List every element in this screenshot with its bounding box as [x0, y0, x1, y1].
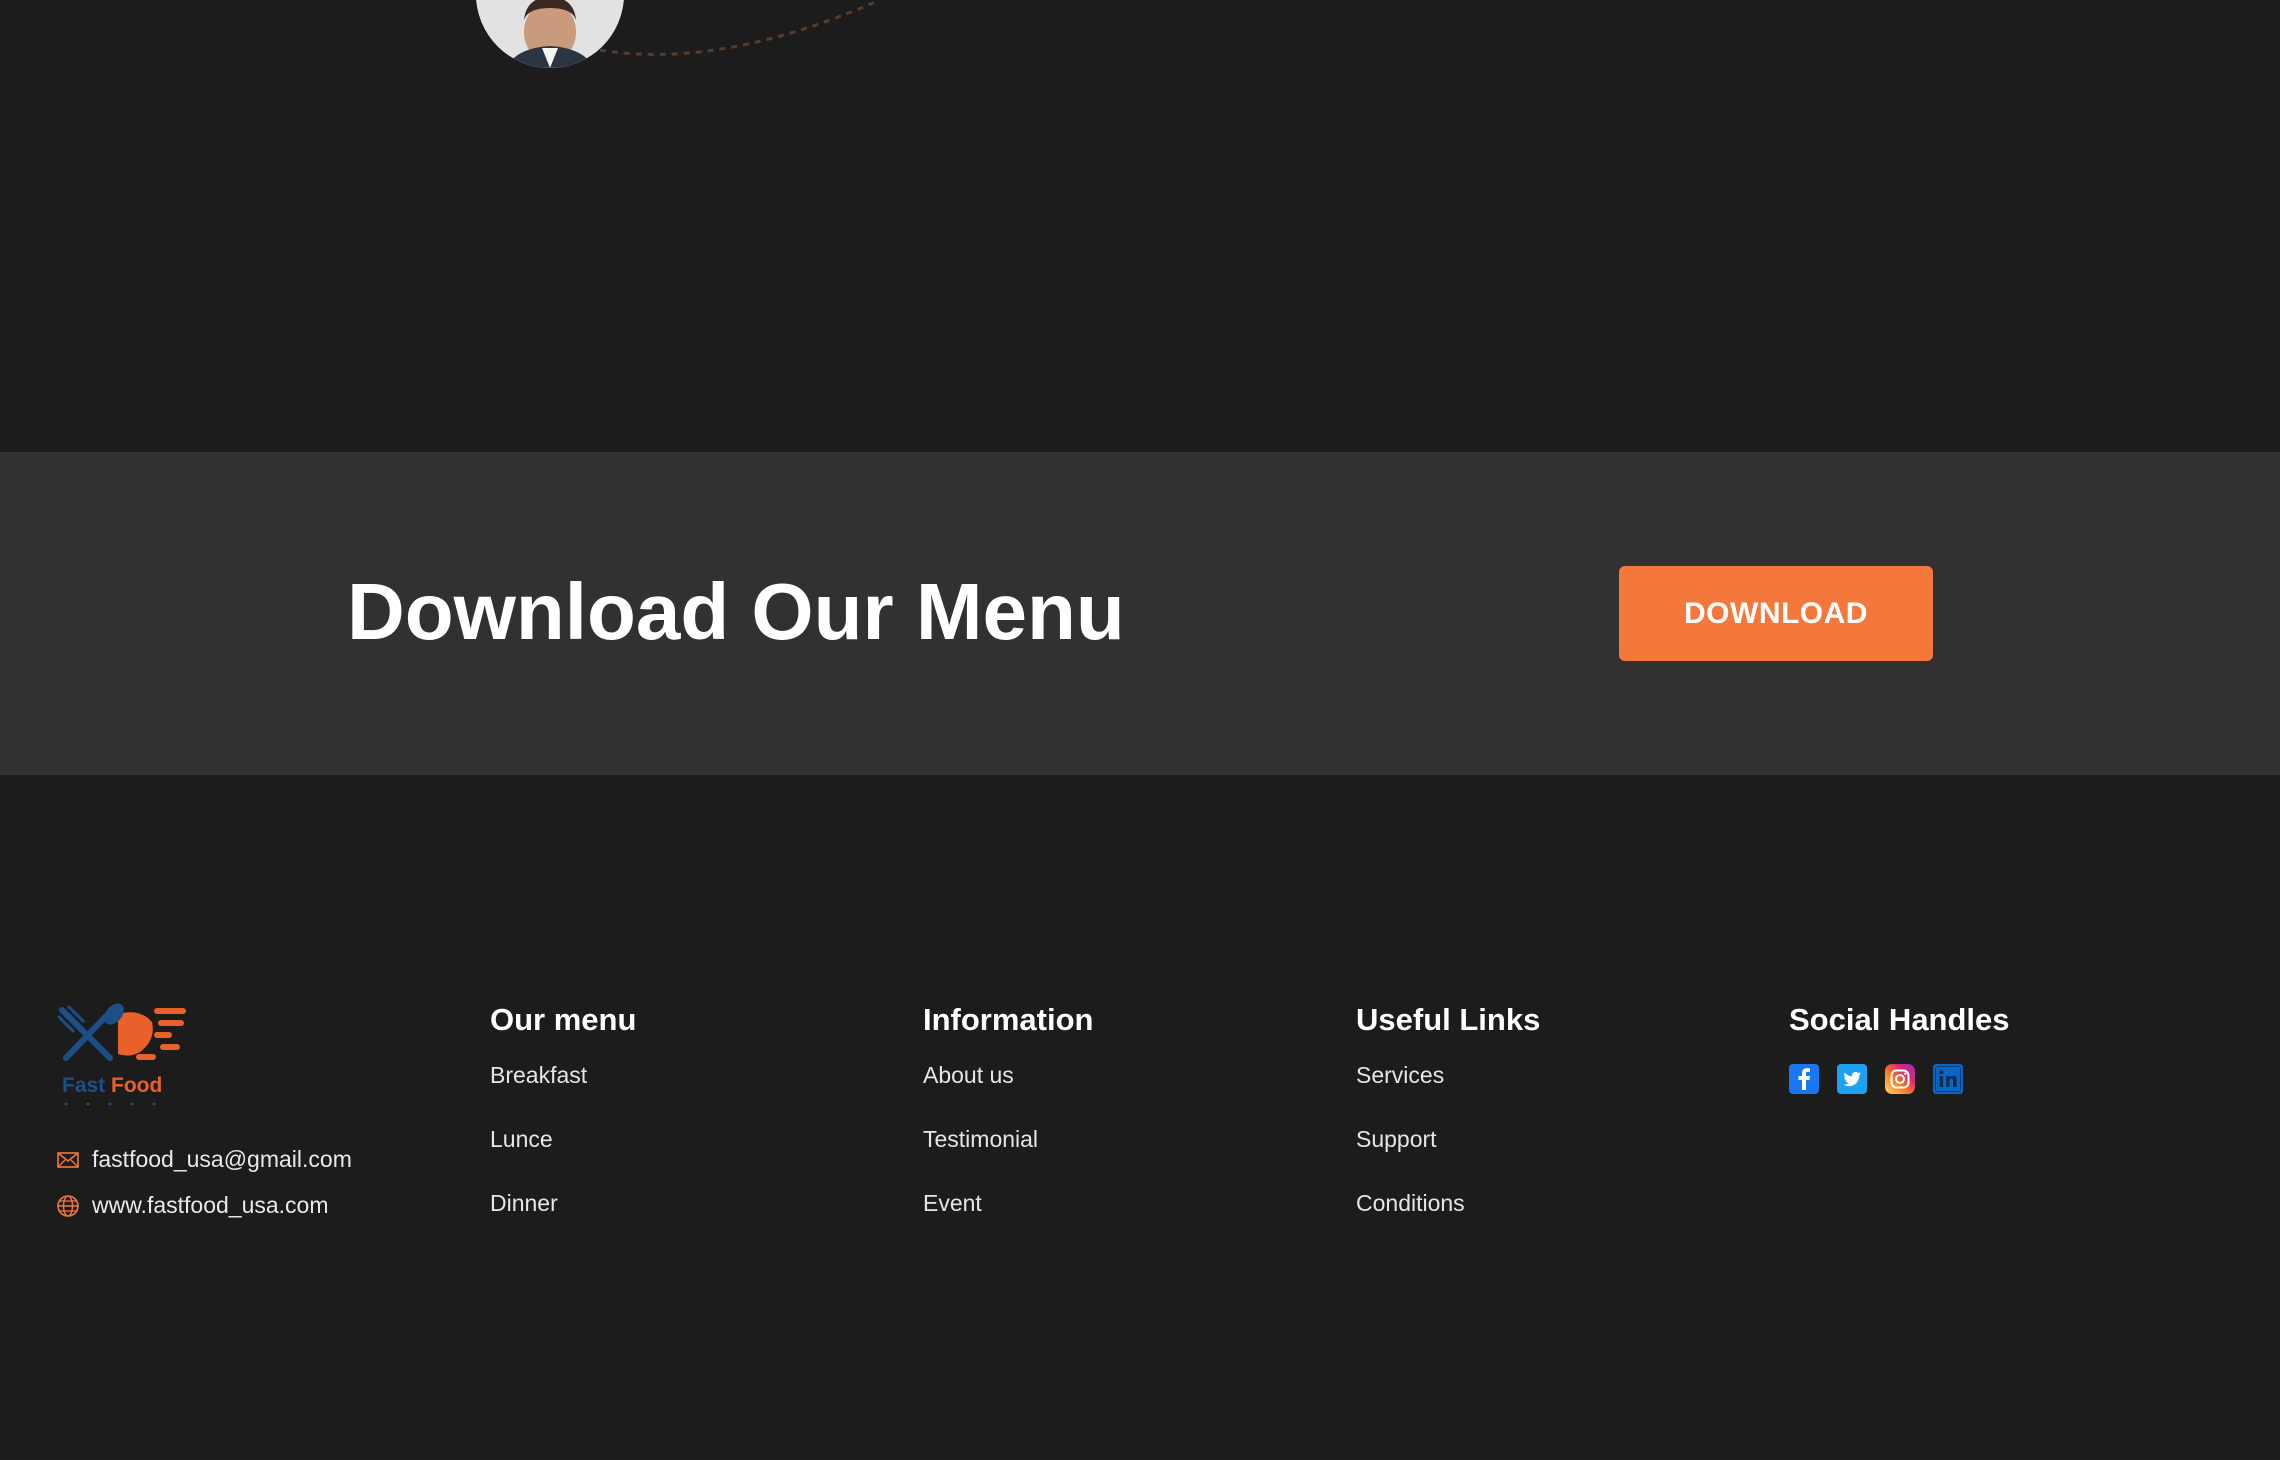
footer-link-conditions[interactable]: Conditions — [1356, 1188, 1540, 1218]
column-heading: Useful Links — [1356, 1002, 1541, 1037]
footer-link-lunce[interactable]: Lunce — [490, 1124, 636, 1154]
column-heading: Information — [923, 1002, 1094, 1037]
footer-link-support[interactable]: Support — [1356, 1124, 1540, 1154]
facebook-icon[interactable] — [1789, 1064, 1819, 1094]
testimonial-section — [0, 0, 2280, 452]
website-text: www.fastfood_usa.com — [92, 1192, 329, 1218]
footer-column-information: Information About us Testimonial Event — [923, 1000, 1094, 1218]
footer-column-social: Social Handles — [1789, 1000, 2010, 1094]
twitter-icon[interactable] — [1837, 1064, 1867, 1094]
email-text: fastfood_usa@gmail.com — [92, 1146, 352, 1172]
footer-link-dinner[interactable]: Dinner — [490, 1188, 636, 1218]
logo-text: Fast Food — [62, 1074, 162, 1098]
linkedin-icon[interactable] — [1933, 1064, 1963, 1094]
column-heading: Our menu — [490, 1002, 637, 1037]
logo-text-food: Food — [111, 1074, 163, 1097]
footer — [0, 775, 2280, 1460]
footer-link-about-us[interactable]: About us — [923, 1060, 1094, 1090]
column-heading: Social Handles — [1789, 1002, 2010, 1037]
contact-email[interactable]: fastfood_usa@gmail.com — [56, 1146, 352, 1173]
logo-text-fast: Fast — [62, 1074, 106, 1097]
download-banner — [0, 452, 2280, 775]
footer-column-useful-links: Useful Links Services Support Conditions — [1356, 1000, 1540, 1218]
footer-link-testimonial[interactable]: Testimonial — [923, 1124, 1094, 1154]
contact-website[interactable]: www.fastfood_usa.com — [56, 1192, 329, 1219]
footer-column-menu: Our menu Breakfast Lunce Dinner — [490, 1000, 636, 1218]
footer-link-breakfast[interactable]: Breakfast — [490, 1060, 636, 1090]
globe-icon — [57, 1194, 79, 1217]
instagram-icon[interactable] — [1885, 1064, 1915, 1094]
footer-link-services[interactable]: Services — [1356, 1060, 1540, 1090]
mail-icon — [57, 1151, 79, 1168]
footer-link-event[interactable]: Event — [923, 1188, 1094, 1218]
download-button[interactable]: DOWNLOAD — [1619, 566, 1933, 661]
download-title: Download Our Menu — [347, 567, 1125, 656]
dashed-arc-decoration — [600, 0, 881, 56]
